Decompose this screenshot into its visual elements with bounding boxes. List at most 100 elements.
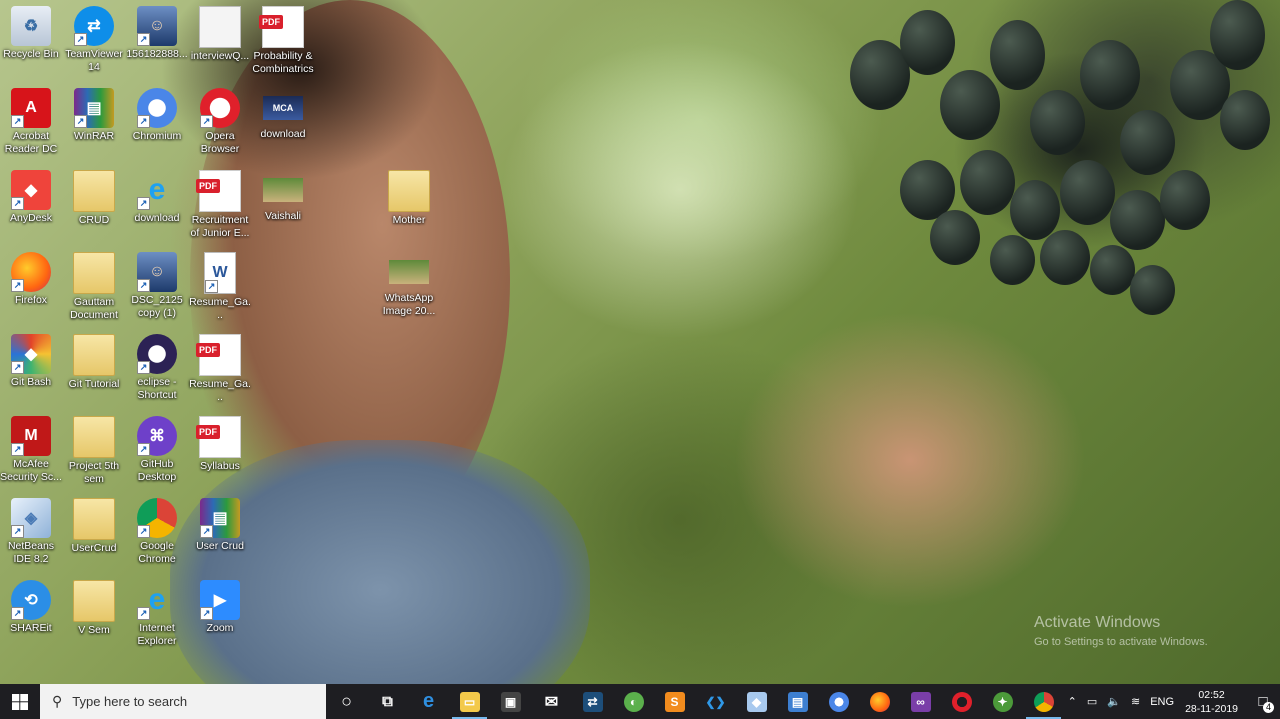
taskbar-app-button[interactable]: ∞ [900,684,941,719]
battery-icon[interactable]: ▭ [1087,695,1097,708]
recycle-bin-icon: ♻ [11,6,51,46]
pdf-icon: PDF [259,6,304,48]
search-placeholder: Type here to search [72,694,188,709]
activate-windows-watermark: Activate Windows Go to Settings to activ… [1034,614,1208,648]
folder-icon [73,170,115,212]
taskbar-app-button[interactable]: ▭ [449,684,490,719]
desktop-icon[interactable]: ↗ Google Chrome [126,496,188,566]
clock-date: 28-11-2019 [1185,702,1238,715]
desktop-icon[interactable]: W ↗ Resume_Ga... [189,250,251,322]
desktop-icon[interactable]: ↗ Firefox [0,250,62,307]
edge-icon: e [422,690,435,712]
desktop-icon-label: Opera Browser [200,130,240,155]
folder-icon [73,334,115,376]
desktop-icon[interactable]: ↗ Opera Browser [189,86,251,156]
volume-icon[interactable]: 🔈 [1107,695,1121,708]
desktop-icon[interactable]: ⌘ ↗ GitHub Desktop [126,414,188,484]
taskbar-app-button[interactable] [859,684,900,719]
desktop-icon[interactable]: ⟲ ↗ SHAREit [0,578,62,635]
desktop-icon[interactable]: Gauttam Document [63,250,125,322]
taskbar-app-button[interactable]: S [654,684,695,719]
desktop-icon[interactable]: ▶ ↗ Zoom [189,578,251,635]
taskbar-app-button[interactable]: ✉ [531,684,572,719]
desktop-icon[interactable]: e ↗ Internet Explorer [126,578,188,648]
system-tray: ⌃ ▭ 🔈 ≋ ENG 02:52 28-11-2019 □ 4 [1063,684,1280,719]
taskbar-app-button[interactable]: ⧉ [367,684,408,719]
desktop-icon-label: eclipse - Shortcut [137,376,177,401]
desktop-icon[interactable]: Git Tutorial [63,332,125,391]
desktop-icon[interactable]: ⇄ ↗ TeamViewer 14 [63,4,125,74]
taskbar-app-button[interactable]: ○ [326,684,367,719]
desktop-icon[interactable]: ☺ ↗ DSC_2125 copy (1) [126,250,188,320]
taskbar-app-button[interactable] [1023,684,1064,719]
desktop-icon[interactable]: M ↗ McAfee Security Sc... [0,414,62,484]
language-indicator[interactable]: ENG [1150,696,1174,708]
desktop-icon[interactable]: Vaishali [252,168,314,223]
wifi-icon[interactable]: ≋ [1131,695,1140,708]
desktop-icon[interactable]: Project 5th sem [63,414,125,486]
desktop-icon[interactable]: WhatsApp Image 20... [378,250,440,318]
taskbar-app-button[interactable]: ▣ [490,684,531,719]
desktop-icon[interactable]: ◆ ↗ AnyDesk [0,168,62,225]
desktop-icon-label: 156182888... [126,48,188,60]
desktop-icon-label: Git Bash [10,376,52,388]
desktop-icon[interactable]: ◆ ↗ Git Bash [0,332,62,389]
action-center-button[interactable]: □ 4 [1246,684,1280,719]
desktop-icon[interactable]: ♻ Recycle Bin [0,4,62,61]
clock[interactable]: 02:52 28-11-2019 [1185,688,1238,716]
desktop-icon[interactable]: e ↗ download [126,168,188,225]
desktop-icon[interactable]: ↗ Chromium [126,86,188,143]
desktop-icon-label: GitHub Desktop [137,458,177,483]
desktop-icon-label: interviewQ... [190,50,250,62]
taskbar-app-button[interactable]: ▤ [777,684,818,719]
shortcut-arrow-icon: ↗ [137,443,150,456]
shortcut-arrow-icon: ↗ [11,197,24,210]
taskbar: ⚲ Type here to search ○ ⧉ e ▭ ▣ ✉ ⇄ ◐ S ❮❯ ◆ ▤ ∞ ✦ ⌃ … [0,684,1280,719]
taskbar-app-button[interactable]: ⇄ [572,684,613,719]
desktop-icon[interactable]: Mother [378,168,440,227]
desktop-icon[interactable]: CRUD [63,168,125,227]
chevron-up-icon[interactable]: ⌃ [1068,695,1077,708]
desktop-icon-label: UserCrud [71,542,117,554]
firefox-icon: ↗ [11,252,51,292]
pdf-icon: PDF [196,416,241,458]
taskbar-app-button[interactable]: e [408,684,449,719]
desktop-icon[interactable]: PDF Probability & Combinatrics [252,4,314,76]
desktop-icon[interactable]: PDF Resume_Ga... [189,332,251,404]
shortcut-arrow-icon: ↗ [200,115,213,128]
desktop-icon[interactable]: V Sem [63,578,125,637]
image-icon [389,260,429,284]
shortcut-arrow-icon: ↗ [137,197,150,210]
desktop-icon[interactable]: PDF Recruitment of Junior E... [189,168,251,240]
desktop-icon[interactable]: ▤ ↗ User Crud [189,496,251,553]
taskbar-app-button[interactable]: ❮❯ [695,684,736,719]
desktop-icon[interactable]: interviewQ... [189,4,251,63]
desktop-icon[interactable]: ◈ ↗ NetBeans IDE 8.2 [0,496,62,566]
start-button[interactable] [0,684,40,719]
greenshot-icon: ◐ [623,691,644,712]
desktop-icon-label: Gauttam Document [70,296,118,321]
desktop-icon[interactable]: UserCrud [63,496,125,555]
sublime-icon: S [664,691,685,712]
taskbar-app-button[interactable] [941,684,982,719]
desktop-icon[interactable]: PDF Syllabus [189,414,251,473]
taskbar-app-button[interactable]: ◆ [736,684,777,719]
chrome-icon [1033,691,1054,712]
desktop-icon[interactable]: ↗ eclipse - Shortcut [126,332,188,402]
folder-icon [73,252,115,294]
taskbar-app-button[interactable] [818,684,859,719]
taskbar-app-button[interactable]: ✦ [982,684,1023,719]
desktop-icon[interactable]: A ↗ Acrobat Reader DC [0,86,62,156]
desktop-icon[interactable]: ☺ ↗ 156182888... [126,4,188,61]
search-icon: ⚲ [52,693,63,709]
wallpaper-bokeh [500,40,860,340]
desktop-icon-label: TeamViewer 14 [65,48,123,73]
desktop-icon-label: Git Tutorial [68,378,120,390]
desktop-icon[interactable]: ▤ ↗ WinRAR [63,86,125,143]
watermark-subtitle: Go to Settings to activate Windows. [1034,636,1208,648]
taskbar-search-box[interactable]: ⚲ Type here to search [40,684,326,719]
taskbar-app-button[interactable]: ◐ [613,684,654,719]
desktop-icon[interactable]: MCA download [252,86,314,141]
cortana-icon: ○ [341,691,352,711]
shortcut-arrow-icon: ↗ [137,33,150,46]
